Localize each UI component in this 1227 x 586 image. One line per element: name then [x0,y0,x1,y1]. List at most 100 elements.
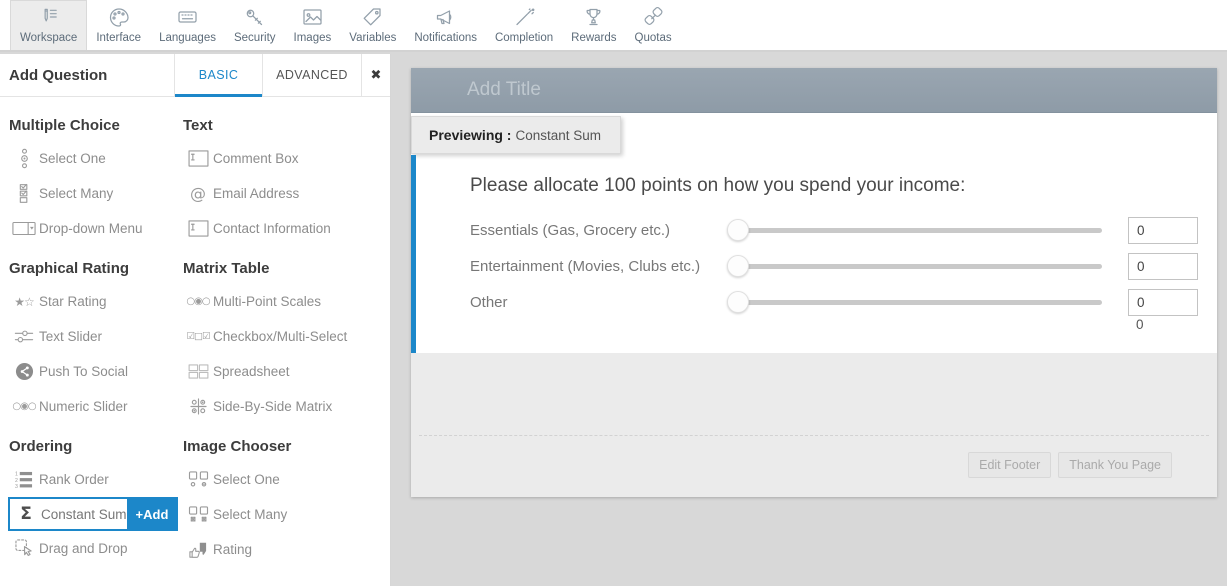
text-cursor-box-icon [183,150,213,167]
preview-footer-area: Edit Footer Thank You Page [411,353,1217,497]
drag-cursor-icon [9,539,39,558]
section-graphical-rating: Graphical Rating ★☆ Star Rating Text Sli… [9,260,183,424]
svg-text:2: 2 [15,478,18,484]
slider-track[interactable] [731,228,1102,233]
question-type-numeric-slider[interactable]: ○◉○ Numeric Slider [9,389,183,424]
points-total: 0 [1136,317,1144,332]
survey-preview: Add Title Previewing :Constant Sum Pleas… [411,68,1217,497]
toolbar-item-notifications[interactable]: Notifications [405,0,486,50]
question-type-push-to-social[interactable]: Push To Social [9,354,183,389]
toolbar-item-images[interactable]: Images [285,0,341,50]
question-type-label: Email Address [213,186,299,201]
key-icon [241,5,268,29]
at-sign-icon: @ [183,184,213,203]
slider-handle[interactable] [727,255,749,277]
section-title: Graphical Rating [9,260,183,277]
survey-title-bar: Add Title [411,68,1217,113]
footer-buttons: Edit Footer Thank You Page [968,452,1172,478]
main-area: Add Title Previewing :Constant Sum Pleas… [392,54,1227,586]
previewing-value: Constant Sum [515,128,601,143]
row-label: Other [470,294,727,311]
image-icon [299,5,326,29]
section-title: Matrix Table [183,260,382,277]
question-type-multi-point-scales[interactable]: ○◉○ Multi-Point Scales [183,284,382,319]
question-type-select-one[interactable]: Select One [9,141,183,176]
toolbar-item-label: Workspace [20,32,77,44]
value-input-other[interactable] [1128,289,1198,316]
question-type-image-select-many[interactable]: Select Many [183,497,382,532]
question-type-dropdown-menu[interactable]: Drop-down Menu [9,211,183,246]
thumbs-icon [183,541,213,559]
question-type-drag-and-drop[interactable]: Drag and Drop [9,531,183,566]
slider-track[interactable] [731,300,1102,305]
question-type-contact-information[interactable]: Contact Information [183,211,382,246]
slider-handle[interactable] [727,291,749,313]
trophy-icon [580,5,607,29]
toolbar-item-label: Rewards [571,32,616,44]
numbered-list-icon: 123 [9,471,39,488]
tab-basic[interactable]: BASIC [174,54,262,96]
sigma-icon: Σ [11,504,41,524]
section-ordering: Ordering 123 Rank Order Σ Constant Sum +… [9,438,183,567]
radio-stack-icon [9,148,39,169]
question-type-checkbox-multi-select[interactable]: ☑□☑ Checkbox/Multi-Select [183,319,382,354]
section-image-chooser: Image Chooser Select One Select Many Rat… [183,438,382,567]
tag-icon [359,5,386,29]
previewing-label: Previewing : [429,127,511,143]
question-type-label: Multi-Point Scales [213,294,321,309]
thank-you-page-button[interactable]: Thank You Page [1058,452,1172,478]
toolbar-item-label: Images [294,32,332,44]
row-label: Entertainment (Movies, Clubs etc.) [470,258,727,275]
close-icon[interactable]: ✖ [361,54,390,96]
footer-divider [419,435,1209,436]
top-toolbar: Workspace Interface Languages Security I… [0,0,1227,52]
toolbar-item-rewards[interactable]: Rewards [562,0,625,50]
question-type-label: Comment Box [213,151,299,166]
toolbar-item-workspace[interactable]: Workspace [10,0,87,50]
slider-handle[interactable] [727,219,749,241]
toolbar-item-completion[interactable]: Completion [486,0,562,50]
toolbar-item-interface[interactable]: Interface [87,0,150,50]
question-type-select-many[interactable]: Select Many [9,176,183,211]
slider-other[interactable] [727,291,1102,313]
question-type-label: Select Many [39,186,113,201]
question-type-label: Rank Order [39,472,109,487]
add-title-placeholder[interactable]: Add Title [411,68,1217,112]
question-preview-card: Previewing :Constant Sum Please allocate… [411,113,1217,353]
toolbar-item-quotas[interactable]: Quotas [626,0,681,50]
toolbar-item-languages[interactable]: Languages [150,0,225,50]
constant-sum-row: Essentials (Gas, Grocery etc.) [470,212,1198,248]
slider-entertainment[interactable] [727,255,1102,277]
row-label: Essentials (Gas, Grocery etc.) [470,222,727,239]
panel-header: Add Question BASIC ADVANCED ✖ [0,54,390,97]
sliders-icon [9,328,39,345]
add-question-button[interactable]: +Add [127,499,178,529]
slider-track[interactable] [731,264,1102,269]
question-type-label: Push To Social [39,364,128,379]
question-type-spreadsheet[interactable]: Spreadsheet [183,354,382,389]
question-type-text-slider[interactable]: Text Slider [9,319,183,354]
question-type-constant-sum[interactable]: Σ Constant Sum +Add [8,497,178,531]
tab-advanced[interactable]: ADVANCED [262,54,361,96]
question-type-side-by-side-matrix[interactable]: Side-By-Side Matrix [183,389,382,424]
section-text: Text Comment Box @ Email Address Contact… [183,117,382,246]
edit-footer-button[interactable]: Edit Footer [968,452,1051,478]
question-type-email-address[interactable]: @ Email Address [183,176,382,211]
value-input-essentials[interactable] [1128,217,1198,244]
question-type-rank-order[interactable]: 123 Rank Order [9,462,183,497]
question-type-image-select-one[interactable]: Select One [183,462,382,497]
section-title: Multiple Choice [9,117,183,134]
value-input-entertainment[interactable] [1128,253,1198,280]
image-checkbox-pair-icon [183,506,213,524]
checkbox-row-icon: ☑□☑ [183,331,213,342]
toolbar-item-variables[interactable]: Variables [340,0,405,50]
section-title: Text [183,117,382,134]
question-type-star-rating[interactable]: ★☆ Star Rating [9,284,183,319]
toolbar-item-label: Completion [495,32,553,44]
svg-text:3: 3 [15,484,18,488]
workspace-icon [35,6,62,29]
question-type-image-rating[interactable]: Rating [183,532,382,567]
question-type-comment-box[interactable]: Comment Box [183,141,382,176]
toolbar-item-security[interactable]: Security [225,0,285,50]
slider-essentials[interactable] [727,219,1102,241]
